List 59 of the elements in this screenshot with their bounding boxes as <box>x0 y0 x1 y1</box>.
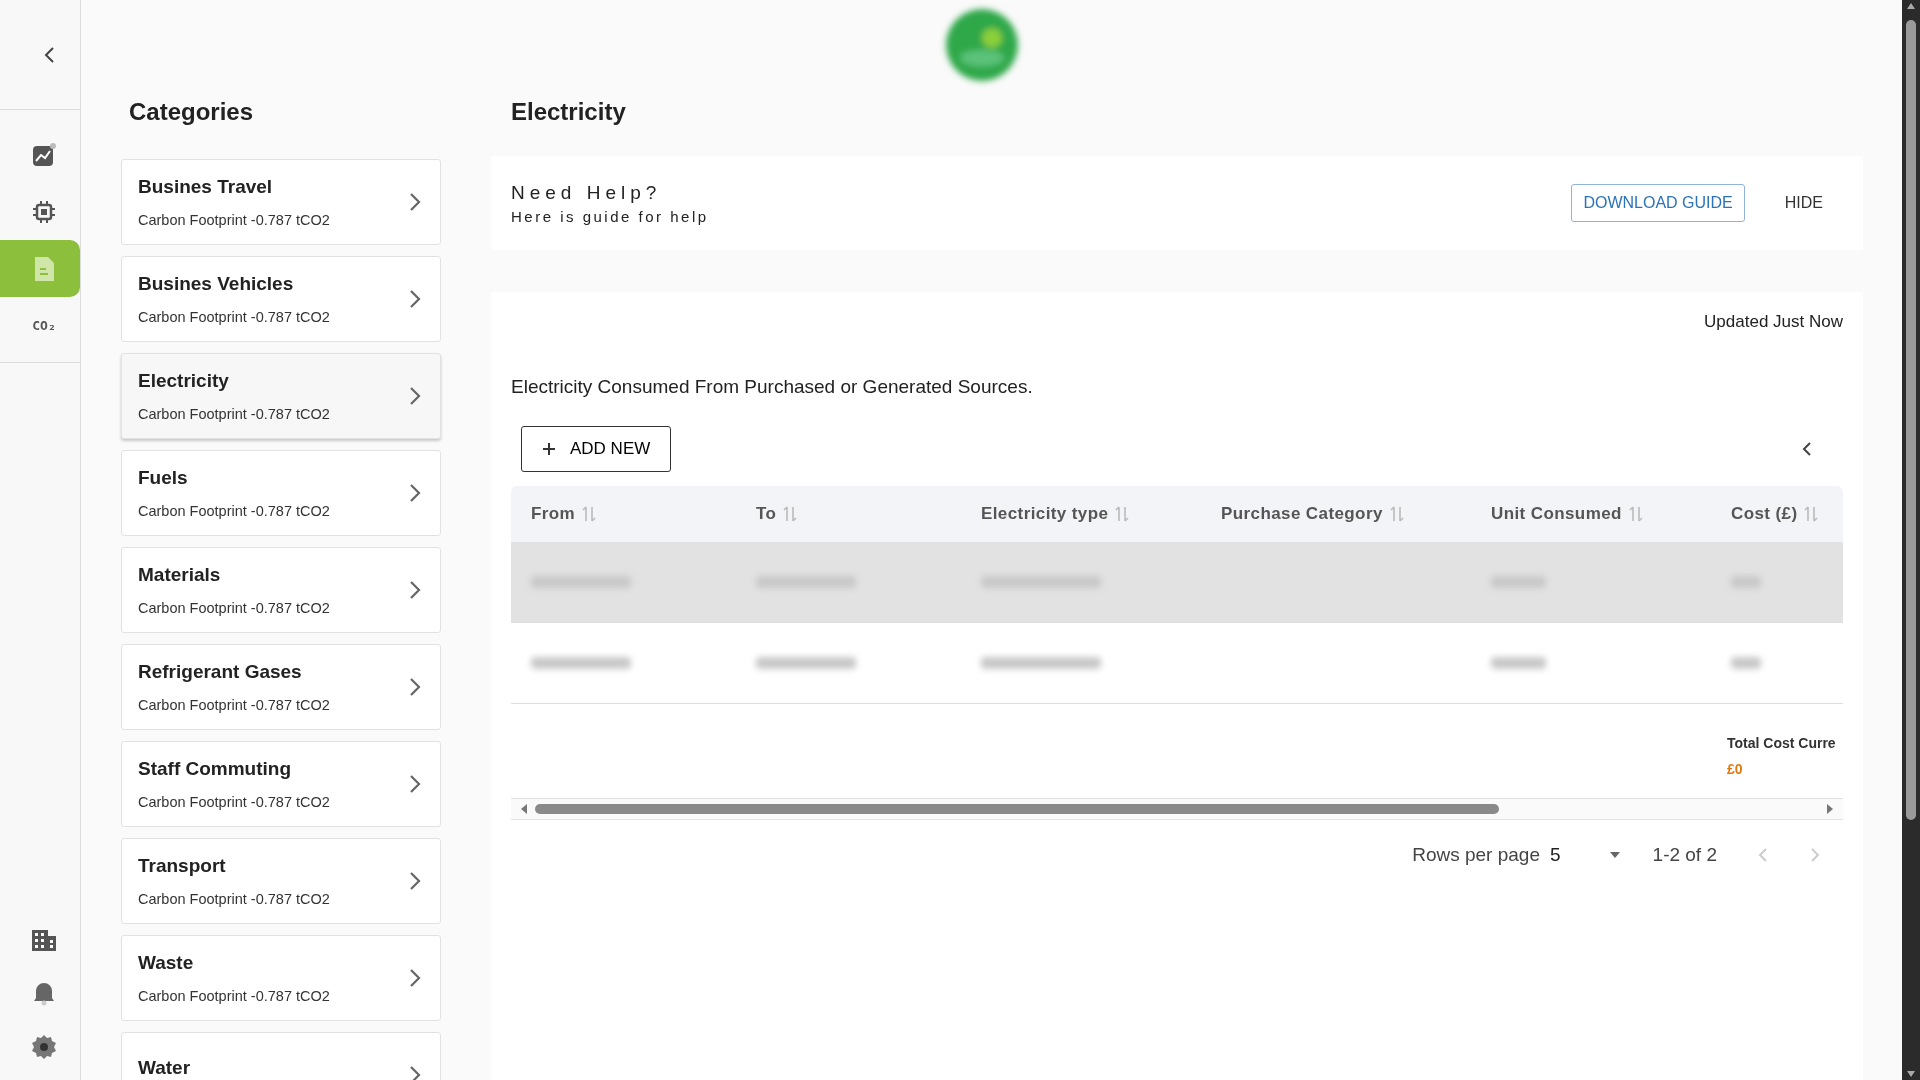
chevron-right-icon <box>408 191 422 213</box>
chevron-right-icon <box>408 579 422 601</box>
chip-icon <box>31 198 57 225</box>
document-icon <box>32 254 56 283</box>
column-header[interactable]: Electricity type <box>981 504 1109 524</box>
add-new-button[interactable]: ADD NEW <box>521 426 672 472</box>
nav-item[interactable]: CO₂ <box>0 297 80 354</box>
chevron-right-icon <box>408 482 422 504</box>
download-guide-button[interactable]: DOWNLOAD GUIDE <box>1571 184 1745 222</box>
help-title: Need Help? <box>511 181 663 204</box>
collapse-icon[interactable] <box>43 45 57 64</box>
horizontal-scrollbar[interactable] <box>511 798 1843 820</box>
chart-icon <box>31 141 57 168</box>
page-range: 1-2 of 2 <box>1652 844 1717 866</box>
plus-icon <box>542 442 556 456</box>
chevron-right-icon <box>408 288 422 310</box>
chevron-right-icon <box>408 870 422 892</box>
dropdown-icon <box>1608 851 1621 859</box>
hide-button[interactable]: HIDE <box>1784 186 1843 220</box>
category-card[interactable]: Busines Travel Carbon Footprint -0.787 tCO2 <box>121 159 441 245</box>
category-card[interactable]: Waste Carbon Footprint -0.787 tCO2 <box>121 935 441 1021</box>
chevron-right-icon <box>408 676 422 698</box>
page-title: Electricity <box>511 98 627 126</box>
chevron-left-icon[interactable] <box>1801 440 1813 458</box>
chevron-right-icon <box>408 385 422 407</box>
settings-icon[interactable] <box>31 1034 57 1060</box>
rows-per-page-select[interactable]: 5 <box>1550 844 1621 866</box>
category-card[interactable]: Fuels Carbon Footprint -0.787 tCO2 <box>121 450 441 536</box>
category-card[interactable]: Staff Commuting Carbon Footprint -0.787 tCO2 <box>121 741 441 827</box>
blurred-text <box>1491 657 1546 669</box>
updated-text: Updated Just Now <box>1704 312 1843 332</box>
description-text: Electricity Consumed From Purchased or Generated Sources. <box>511 376 1034 398</box>
rows-per-page-label: Rows per page <box>1412 844 1540 866</box>
chevron-right-icon <box>408 773 422 795</box>
category-card[interactable]: Refrigerant Gases Carbon Footprint -0.787 tCO2 <box>121 644 441 730</box>
column-header[interactable]: Purchase Category <box>1221 504 1383 524</box>
scroll-up-icon[interactable] <box>1906 2 1916 10</box>
help-subtitle: Here is guide for help <box>511 207 709 225</box>
category-card[interactable]: Electricity Carbon Footprint -0.787 tCO2 <box>121 353 441 439</box>
section-title: Categories <box>129 98 255 126</box>
blurred-text <box>1731 657 1761 669</box>
column-header[interactable]: To <box>756 504 777 524</box>
category-card[interactable]: Water <box>121 1032 441 1080</box>
category-card[interactable]: Busines Vehicles Carbon Footprint -0.787 tCO2 <box>121 256 441 342</box>
page-scrollbar[interactable] <box>1902 0 1920 1080</box>
bell-icon[interactable] <box>32 980 56 1006</box>
column-header[interactable]: From <box>531 504 576 524</box>
building-icon[interactable] <box>31 928 57 952</box>
column-header[interactable]: Unit Consumed <box>1491 504 1622 524</box>
chevron-right-icon <box>408 967 422 989</box>
scroll-down-icon[interactable] <box>1906 1070 1916 1078</box>
chevron-right-icon <box>408 1064 422 1080</box>
total-label: Total Cost Curre <box>1727 735 1837 751</box>
total-value: £0 <box>1727 761 1744 777</box>
category-card[interactable]: Transport Carbon Footprint -0.787 tCO2 <box>121 838 441 924</box>
scroll-right-icon[interactable] <box>1825 803 1835 815</box>
column-header[interactable]: Cost (£) <box>1731 504 1798 524</box>
category-card[interactable]: Materials Carbon Footprint -0.787 tCO2 <box>121 547 441 633</box>
scroll-left-icon[interactable] <box>519 803 529 815</box>
